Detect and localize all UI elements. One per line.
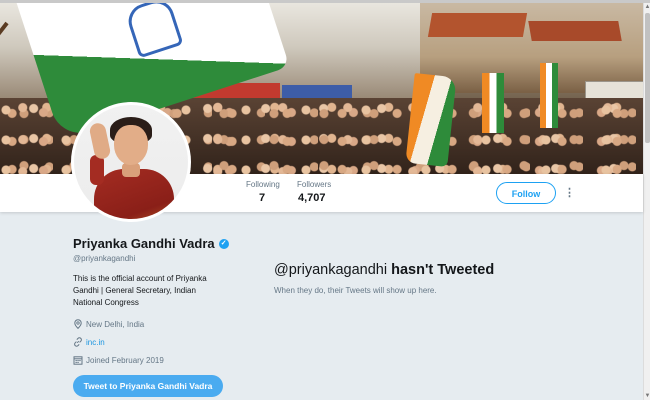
empty-timeline-message: hasn't Tweeted [387,262,495,278]
avatar[interactable] [71,102,191,222]
followers-stat[interactable]: Followers 4,707 [297,180,331,204]
window-scrollbar[interactable]: ▲ ▼ [643,3,650,400]
location-text: New Delhi, India [86,319,145,329]
following-label: Following [246,180,280,189]
header-roof-2 [528,21,622,41]
joined-text: Joined February 2019 [86,355,164,365]
scroll-down-icon[interactable]: ▼ [644,392,650,400]
follow-button[interactable]: Follow [496,182,556,204]
website-link[interactable]: inc.in [86,338,105,347]
profile-name-row: Priyanka Gandhi Vadra ✓ [73,236,229,251]
joined-row: Joined February 2019 [73,355,164,365]
empty-timeline-handle: @priyankagandhi [274,262,388,278]
verified-badge-icon: ✓ [218,238,229,249]
profile-bio: This is the official account of Priyanka… [73,274,207,307]
scroll-up-icon[interactable]: ▲ [644,3,650,11]
tweet-to-button[interactable]: Tweet to Priyanka Gandhi Vadra [73,375,223,397]
website-row: inc.in [73,337,105,347]
followers-count: 4,707 [298,192,326,204]
followers-label: Followers [297,180,332,189]
empty-timeline-title: @priyankagandhi hasn't Tweeted [274,262,494,278]
following-count: 7 [259,192,266,204]
header-flag-small [482,73,504,133]
empty-timeline-subtitle: When they do, their Tweets will show up … [274,286,437,295]
link-icon [74,337,82,347]
following-stat[interactable]: Following 7 [246,180,280,204]
profile-name[interactable]: Priyanka Gandhi Vadra [73,236,215,251]
profile-handle: @priyankagandhi [73,254,136,263]
location-row: New Delhi, India [73,319,144,329]
hand-symbol-icon [124,3,184,59]
map-pin-icon [74,319,82,329]
header-roof [427,13,528,37]
more-vertical-icon[interactable]: ⋮ [564,186,575,200]
scrollbar-thumb[interactable] [645,13,650,143]
header-flag-small [540,63,558,128]
calendar-icon [73,356,83,365]
header-shop-sign-2 [282,85,352,99]
